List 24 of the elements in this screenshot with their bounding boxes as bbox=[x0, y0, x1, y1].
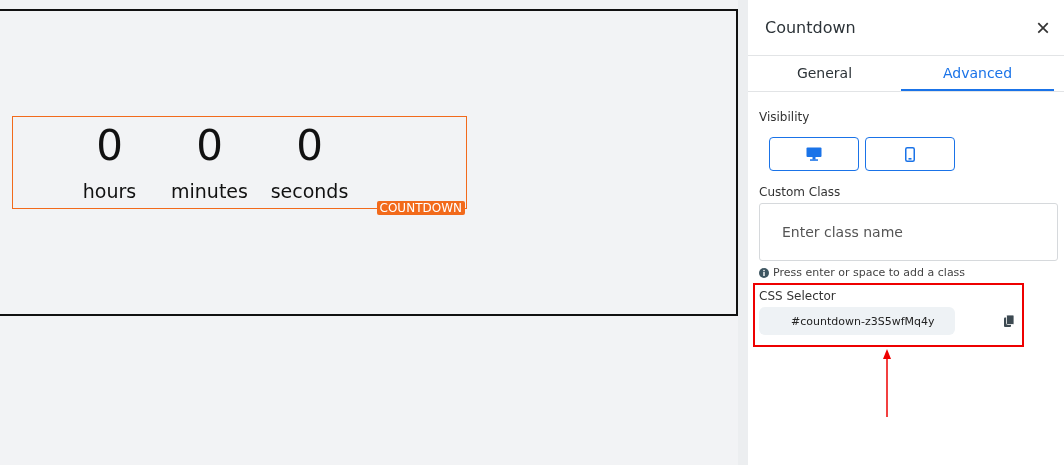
tab[interactable]: Advanced bbox=[901, 56, 1054, 91]
desktop-toggle[interactable] bbox=[769, 137, 859, 171]
section-label: CSS Selector bbox=[759, 289, 837, 303]
section-label: Custom Class bbox=[759, 185, 842, 199]
phone-icon bbox=[905, 146, 915, 162]
info-icon bbox=[759, 267, 769, 278]
arrow bbox=[883, 349, 891, 417]
widget-badge: COUNTDOWN bbox=[376, 201, 465, 215]
copy-icon[interactable] bbox=[1004, 315, 1014, 327]
monitor-icon bbox=[806, 147, 822, 161]
class-input-field[interactable]: Enter class name bbox=[759, 203, 1058, 261]
countdown-label: minutes bbox=[171, 180, 248, 202]
hint-text: Press enter or space to add a class bbox=[773, 266, 966, 279]
countdown-number: 0 bbox=[96, 120, 123, 172]
tab[interactable]: General bbox=[748, 56, 901, 91]
selector-value: #countdown-z3S5wfMq4y bbox=[759, 307, 955, 335]
countdown-number: 0 bbox=[196, 120, 223, 172]
close-button[interactable]: × bbox=[1036, 17, 1050, 38]
panel-title: Countdown bbox=[765, 18, 856, 37]
mobile-toggle[interactable] bbox=[865, 137, 955, 171]
countdown-label: seconds bbox=[270, 180, 349, 202]
countdown-label: hours bbox=[82, 180, 137, 202]
countdown-number: 0 bbox=[296, 120, 323, 172]
section-label: Visibility bbox=[759, 110, 811, 124]
